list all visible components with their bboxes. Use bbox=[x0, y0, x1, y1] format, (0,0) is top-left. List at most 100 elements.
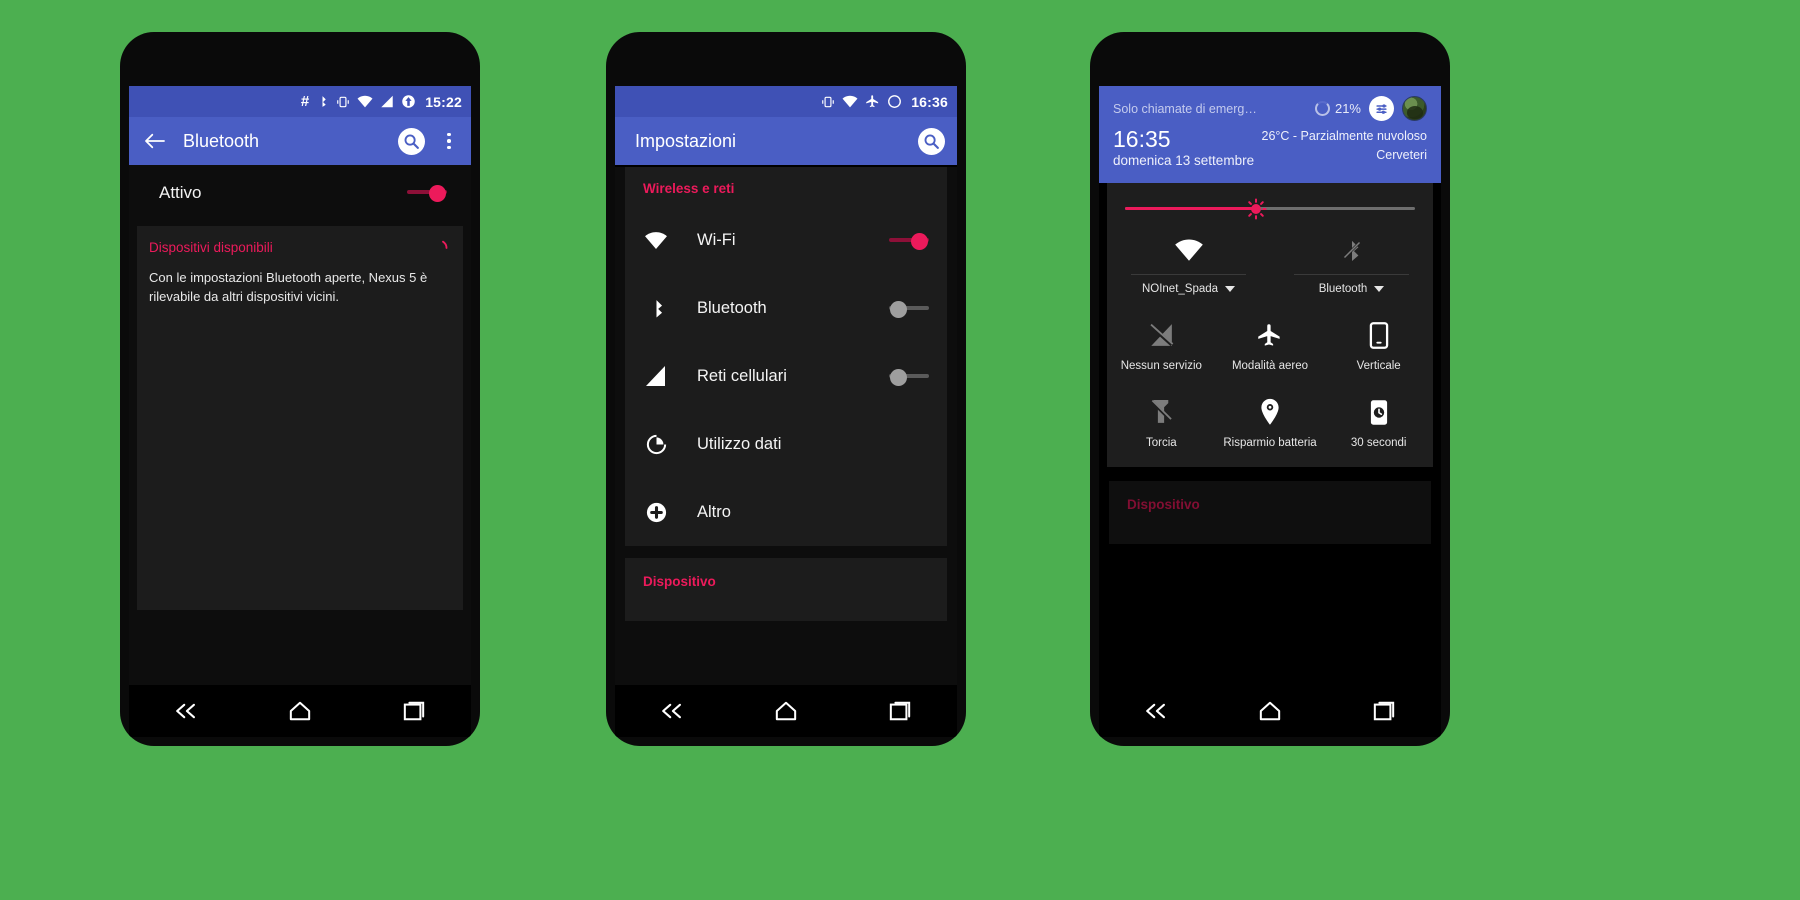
airplane-icon bbox=[1216, 317, 1325, 353]
home-nav-icon[interactable] bbox=[1250, 694, 1290, 728]
settings-row-cellular[interactable]: Reti cellulari bbox=[625, 342, 947, 410]
timer-icon bbox=[1324, 394, 1433, 430]
phone3-navbar bbox=[1099, 685, 1441, 737]
back-arrow-icon[interactable] bbox=[141, 127, 169, 155]
phone-device-3: Solo chiamate di emerg… 21% 16:35 domeni… bbox=[1090, 32, 1450, 746]
cell-signal-icon bbox=[643, 365, 669, 387]
available-devices-card: Dispositivi disponibili Con le impostazi… bbox=[137, 226, 463, 610]
loading-spinner-icon bbox=[429, 238, 449, 258]
screenshot-stage: # 15:22 Bluetooth Attivo Dispositivi dis… bbox=[0, 0, 1800, 900]
wifi-icon bbox=[357, 95, 373, 108]
phone1-statusbar: # 15:22 bbox=[129, 86, 471, 117]
phone2-statusbar: 16:36 bbox=[615, 86, 957, 117]
settings-label-more: Altro bbox=[697, 502, 731, 521]
phone1-title: Bluetooth bbox=[183, 130, 260, 151]
wifi-switch[interactable] bbox=[889, 232, 929, 250]
quick-settings-grid: Nessun servizio Modalità aereo Verticale bbox=[1107, 305, 1433, 459]
bluetooth-switch[interactable] bbox=[407, 185, 447, 202]
phone1-navbar bbox=[129, 685, 471, 737]
bluetooth-toggle-row[interactable]: Attivo bbox=[129, 165, 471, 220]
bluetooth-switch[interactable] bbox=[889, 300, 929, 318]
settings-row-data-usage[interactable]: Utilizzo dati bbox=[625, 410, 947, 478]
bluetooth-icon bbox=[316, 94, 329, 109]
settings-row-wifi[interactable]: Wi-Fi bbox=[625, 206, 947, 274]
wifi-icon bbox=[643, 231, 669, 250]
search-icon[interactable] bbox=[917, 127, 945, 155]
phone2-title: Impostazioni bbox=[635, 130, 737, 151]
recents-nav-icon[interactable] bbox=[880, 694, 920, 728]
phone2-appbar: Impostazioni bbox=[615, 117, 957, 165]
location-icon bbox=[1216, 394, 1325, 430]
brightness-slider[interactable] bbox=[1107, 197, 1433, 226]
qs-tile-bluetooth[interactable]: Bluetooth bbox=[1270, 226, 1433, 305]
recents-nav-icon[interactable] bbox=[394, 694, 434, 728]
carrier-label: Solo chiamate di emerg… bbox=[1113, 101, 1257, 116]
rotation-lock-icon bbox=[1324, 317, 1433, 353]
user-avatar[interactable] bbox=[1402, 96, 1427, 121]
wifi-icon bbox=[1107, 230, 1270, 270]
qs-tile-battery-saver[interactable]: Risparmio batteria bbox=[1216, 382, 1325, 459]
settings-label-data-usage: Utilizzo dati bbox=[697, 434, 782, 453]
sync-icon bbox=[887, 94, 902, 109]
sync-icon bbox=[401, 94, 416, 109]
home-nav-icon[interactable] bbox=[766, 694, 806, 728]
brightness-track[interactable] bbox=[1125, 197, 1415, 220]
weather-label: 26°C - Parzialmente nuvoloso bbox=[1261, 129, 1428, 143]
chevron-down-icon[interactable] bbox=[1374, 286, 1385, 292]
device-section-header: Dispositivo bbox=[643, 574, 716, 589]
cell-signal-icon bbox=[380, 95, 394, 108]
cellular-switch[interactable] bbox=[889, 368, 929, 386]
back-nav-icon[interactable] bbox=[1136, 694, 1176, 728]
qs-tile-rotation[interactable]: Verticale bbox=[1324, 305, 1433, 382]
quick-settings-icon[interactable] bbox=[1369, 96, 1394, 121]
phone-device-1: # 15:22 Bluetooth Attivo Dispositivi dis… bbox=[120, 32, 480, 746]
available-devices-header: Dispositivi disponibili bbox=[149, 240, 273, 255]
phone-device-2: 16:36 Impostazioni Wireless e reti Wi-Fi… bbox=[606, 32, 966, 746]
phone1-screen: # 15:22 Bluetooth Attivo Dispositivi dis… bbox=[129, 86, 471, 685]
phone1-clock: 15:22 bbox=[425, 93, 462, 110]
phone2-clock: 16:36 bbox=[911, 93, 948, 110]
chevron-down-icon[interactable] bbox=[1225, 286, 1236, 292]
qs-tile-no-service[interactable]: Nessun servizio bbox=[1107, 305, 1216, 382]
airplane-icon bbox=[865, 94, 880, 109]
hash-icon: # bbox=[300, 93, 310, 110]
qs-tile-timeout-label: 30 secondi bbox=[1350, 437, 1407, 449]
qs-tile-no-service-label: Nessun servizio bbox=[1120, 360, 1202, 372]
shade-clock: 16:35 bbox=[1113, 126, 1171, 152]
settings-label-wifi: Wi-Fi bbox=[697, 230, 736, 249]
bluetooth-description: Con le impostazioni Bluetooth aperte, Ne… bbox=[149, 270, 428, 304]
notification-shade-header: Solo chiamate di emerg… 21% 16:35 domeni… bbox=[1099, 86, 1441, 183]
phone3-device-section-header: Dispositivo bbox=[1127, 497, 1200, 512]
home-nav-icon[interactable] bbox=[280, 694, 320, 728]
bluetooth-icon bbox=[643, 296, 669, 320]
wireless-section-header: Wireless e reti bbox=[643, 181, 735, 196]
phone2-body: Wireless e reti Wi-Fi Bluetooth Reti cel… bbox=[615, 167, 957, 685]
qs-tile-timeout[interactable]: 30 secondi bbox=[1324, 382, 1433, 459]
bluetooth-off-icon bbox=[1270, 230, 1433, 270]
device-section-card: Dispositivo bbox=[625, 558, 947, 621]
phone3-screen: Solo chiamate di emerg… 21% 16:35 domeni… bbox=[1099, 86, 1441, 685]
qs-tile-rotation-label: Verticale bbox=[1356, 360, 1401, 372]
plus-circle-icon bbox=[643, 501, 669, 524]
back-nav-icon[interactable] bbox=[166, 694, 206, 728]
vibrate-icon bbox=[336, 95, 350, 109]
settings-label-bluetooth: Bluetooth bbox=[697, 298, 767, 317]
search-icon[interactable] bbox=[397, 127, 425, 155]
settings-row-bluetooth[interactable]: Bluetooth bbox=[625, 274, 947, 342]
more-options-icon[interactable] bbox=[439, 132, 459, 150]
bluetooth-toggle-label: Attivo bbox=[159, 182, 202, 202]
qs-tile-battery-saver-label: Risparmio batteria bbox=[1223, 437, 1317, 449]
phone1-appbar: Bluetooth bbox=[129, 117, 471, 165]
recents-nav-icon[interactable] bbox=[1364, 694, 1404, 728]
qs-tile-flashlight[interactable]: Torcia bbox=[1107, 382, 1216, 459]
vibrate-icon bbox=[821, 95, 835, 109]
settings-row-more[interactable]: Altro bbox=[625, 478, 947, 546]
flashlight-off-icon bbox=[1107, 394, 1216, 430]
brightness-thumb-icon[interactable] bbox=[1244, 197, 1267, 220]
back-nav-icon[interactable] bbox=[652, 694, 692, 728]
qs-tile-airplane[interactable]: Modalità aereo bbox=[1216, 305, 1325, 382]
wireless-section-card: Wireless e reti Wi-Fi Bluetooth Reti cel… bbox=[625, 167, 947, 546]
qs-tile-wifi[interactable]: NOInet_Spada bbox=[1107, 226, 1270, 305]
settings-label-cellular: Reti cellulari bbox=[697, 366, 787, 385]
weather-location: Cerveteri bbox=[1376, 147, 1427, 162]
